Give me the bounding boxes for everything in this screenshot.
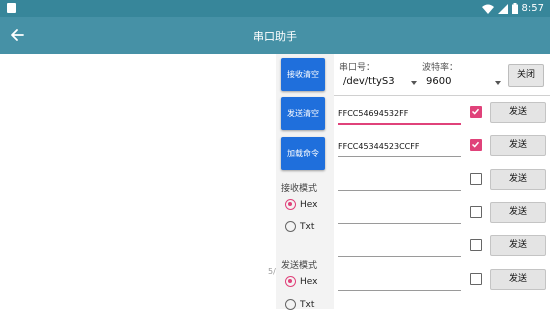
checkbox-checked-icon[interactable] <box>470 106 482 118</box>
clear-send-button[interactable]: 发送清空 <box>281 97 325 130</box>
command-input-underline <box>338 156 461 157</box>
send-button[interactable]: 发送 <box>490 202 546 223</box>
baud-label: 波特率： <box>422 63 459 73</box>
radio-unchecked-icon[interactable] <box>285 299 296 310</box>
radio-checked-icon[interactable] <box>285 276 296 287</box>
send-button[interactable]: 发送 <box>490 169 546 190</box>
page-title: 串口助手 <box>253 30 297 43</box>
command-input-underline <box>338 256 461 257</box>
command-input[interactable]: FFCC54694532FF <box>338 105 461 123</box>
command-row: 发送 <box>334 166 550 195</box>
command-row: 发送 <box>334 266 550 295</box>
baud-select[interactable]: 9600 <box>426 76 451 87</box>
checkbox-unchecked-icon[interactable] <box>470 273 482 285</box>
battery-icon <box>512 3 518 14</box>
command-input[interactable]: FFCC45344523CCFF <box>338 138 461 156</box>
command-input[interactable] <box>338 238 461 256</box>
send-button[interactable]: 发送 <box>490 135 546 156</box>
receive-mode-hex[interactable]: Hex <box>285 199 317 210</box>
receive-area[interactable] <box>0 54 274 309</box>
checkbox-unchecked-icon[interactable] <box>470 239 482 251</box>
send-button[interactable]: 发送 <box>490 102 546 123</box>
receive-mode-label: 接收模式 <box>281 184 318 194</box>
signal-icon <box>498 3 508 14</box>
wifi-icon <box>482 4 494 14</box>
load-commands-button[interactable]: 加载命令 <box>281 137 325 170</box>
send-mode-label: 发送模式 <box>281 261 318 271</box>
command-row: 发送 <box>334 199 550 228</box>
command-input-underline <box>338 290 461 291</box>
send-mode-hex[interactable]: Hex <box>285 276 317 287</box>
status-time: 8:57 <box>521 3 544 14</box>
receive-mode-txt[interactable]: Txt <box>285 221 314 232</box>
command-row: FFCC54694532FF 发送 <box>334 99 550 128</box>
command-input-underline <box>338 190 461 191</box>
send-txt-label: Txt <box>300 299 315 310</box>
control-column: 接收清空 发送清空 加载命令 接收模式 Hex Txt 发送模式 Hex Txt <box>276 54 334 310</box>
status-bar: 8:57 <box>0 0 550 17</box>
command-input[interactable] <box>338 272 461 290</box>
port-label: 串口号： <box>339 63 376 73</box>
radio-checked-icon[interactable] <box>285 199 296 210</box>
receive-txt-label: Txt <box>300 221 315 232</box>
receive-hex-label: Hex <box>300 199 318 210</box>
port-select[interactable]: /dev/ttyS3 <box>343 76 395 87</box>
clear-receive-button[interactable]: 接收清空 <box>281 58 325 91</box>
checkbox-checked-icon[interactable] <box>470 139 482 151</box>
command-row: 发送 <box>334 232 550 261</box>
close-port-button[interactable]: 关闭 <box>508 64 544 87</box>
radio-unchecked-icon[interactable] <box>285 221 296 232</box>
app-bar: 串口助手 <box>0 17 550 54</box>
send-button[interactable]: 发送 <box>490 235 546 256</box>
send-button[interactable]: 发送 <box>490 269 546 290</box>
send-hex-label: Hex <box>300 276 318 287</box>
command-input[interactable] <box>338 172 461 190</box>
baud-dropdown-icon[interactable] <box>495 81 501 85</box>
notification-icon <box>7 3 16 13</box>
command-panel: 串口号： /dev/ttyS3 波特率： 9600 关闭 FFCC5469453… <box>334 54 550 309</box>
command-row: FFCC45344523CCFF 发送 <box>334 132 550 161</box>
command-input[interactable] <box>338 205 461 223</box>
send-mode-txt[interactable]: Txt <box>285 299 314 310</box>
command-input-underline <box>338 123 461 125</box>
header-divider <box>334 95 550 96</box>
port-dropdown-icon[interactable] <box>411 81 417 85</box>
command-input-underline <box>338 223 461 224</box>
checkbox-unchecked-icon[interactable] <box>470 206 482 218</box>
checkbox-unchecked-icon[interactable] <box>470 173 482 185</box>
